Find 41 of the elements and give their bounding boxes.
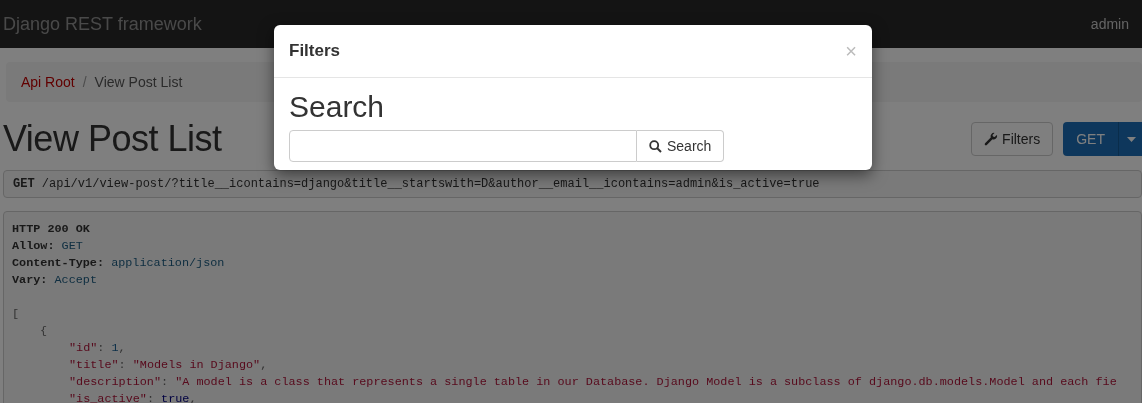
json-key: "id" bbox=[69, 341, 98, 355]
header-name: Content-Type: bbox=[12, 256, 105, 270]
dialog-title: Filters bbox=[289, 41, 341, 61]
header-value: application/json bbox=[111, 256, 225, 270]
json-colon: : bbox=[118, 358, 126, 372]
header-name: Allow: bbox=[12, 239, 55, 253]
breadcrumb-link[interactable]: Api Root bbox=[21, 74, 75, 90]
json-comma: , bbox=[260, 358, 268, 372]
page-title: View Post List bbox=[3, 118, 222, 160]
search-icon bbox=[649, 139, 662, 153]
section-title: Search bbox=[289, 90, 386, 124]
header-value: GET bbox=[61, 239, 83, 253]
json-colon: : bbox=[97, 341, 105, 355]
json-comma: , bbox=[118, 341, 126, 355]
user-menu[interactable]: admin bbox=[1090, 16, 1129, 32]
json-brace: { bbox=[40, 324, 48, 338]
json-key: "is_active" bbox=[69, 392, 147, 403]
json-key: "title" bbox=[69, 358, 119, 372]
get-dropdown-button[interactable] bbox=[1118, 122, 1142, 156]
json-colon: : bbox=[146, 392, 154, 403]
json-value: true bbox=[161, 392, 190, 403]
breadcrumb-separator: / bbox=[82, 74, 87, 90]
close-button[interactable]: × bbox=[845, 39, 857, 63]
filters-button[interactable]: Filters bbox=[971, 122, 1054, 156]
header-value: Accept bbox=[54, 273, 97, 287]
json-bracket: [ bbox=[12, 307, 20, 321]
caret-icon bbox=[1127, 136, 1136, 142]
search-field[interactable] bbox=[289, 130, 637, 162]
json-colon: : bbox=[161, 375, 169, 389]
request-method: GET bbox=[13, 177, 35, 191]
header-name: Vary: bbox=[12, 273, 48, 287]
response-status: HTTP 200 OK bbox=[12, 222, 90, 236]
wrench-icon bbox=[984, 132, 999, 146]
get-button[interactable]: GET bbox=[1063, 122, 1118, 156]
request-url: /api/v1/view-post/?title__icontains=django&title__startswith=D&author__email__icontains=admin&is_active=true bbox=[41, 177, 820, 191]
json-value: "A model is a class that represents a single table in our Database. Django Model is a subclass of django.db.models.Model and each fie bbox=[175, 375, 1117, 389]
breadcrumb-current: View Post List bbox=[94, 74, 183, 90]
json-value: "Models in Django" bbox=[132, 358, 261, 372]
json-key: "description" bbox=[69, 375, 162, 389]
json-value: 1 bbox=[111, 341, 119, 355]
search-button[interactable]: Search bbox=[637, 130, 725, 162]
